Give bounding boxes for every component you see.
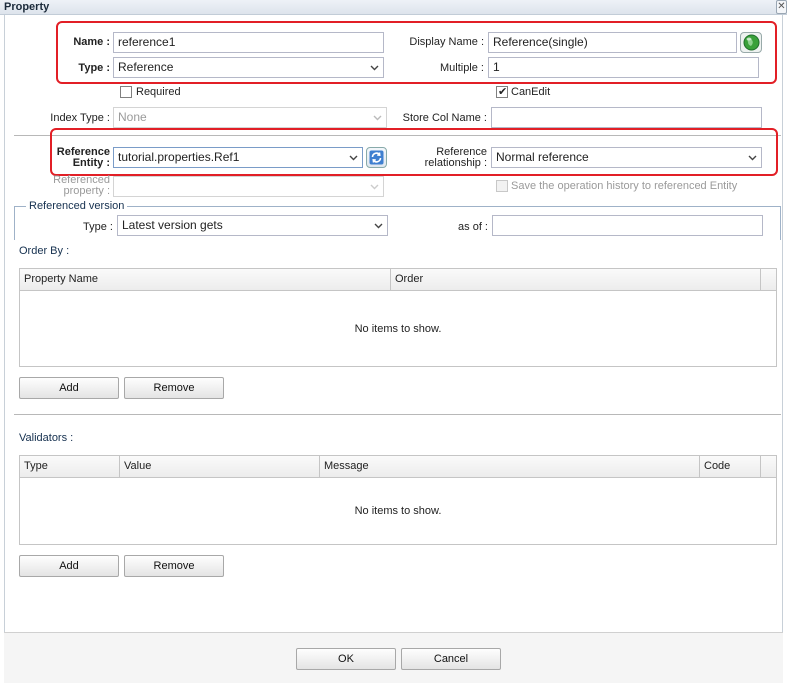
validators-grid: Type Value Message Code No items to show… — [19, 455, 777, 545]
close-button[interactable]: ✕ — [776, 0, 787, 14]
reference-relationship-label: Reference relationship : — [392, 147, 487, 169]
store-col-name-label: Store Col Name : — [402, 112, 487, 124]
reference-entity-refresh-button[interactable] — [366, 147, 387, 168]
reference-relationship-select[interactable]: Normal reference — [491, 147, 762, 168]
order-by-empty-text: No items to show. — [354, 323, 442, 335]
referenced-property-label: Referenced property : — [30, 175, 110, 197]
divider — [14, 414, 781, 415]
order-by-grid: Property Name Order No items to show. — [19, 268, 777, 367]
type-value: Reference — [118, 60, 174, 74]
order-by-remove-button[interactable]: Remove — [124, 377, 224, 399]
column-header-message[interactable]: Message — [320, 456, 700, 477]
order-by-grid-header: Property Name Order — [20, 269, 776, 291]
chevron-down-icon — [748, 153, 757, 162]
dialog-titlebar — [0, 0, 787, 15]
canedit-label: CanEdit — [511, 86, 551, 98]
referenced-property-label-line2: property : — [63, 185, 110, 197]
as-of-input[interactable] — [492, 215, 763, 236]
reference-relationship-value: Normal reference — [496, 150, 589, 164]
type-select[interactable]: Reference — [113, 57, 384, 78]
as-of-label: as of : — [458, 221, 488, 233]
required-label: Required — [136, 86, 181, 98]
column-header-property-name[interactable]: Property Name — [20, 269, 391, 290]
chevron-down-icon — [373, 113, 382, 122]
refresh-icon — [369, 150, 384, 168]
display-name-input[interactable]: Reference(single) — [488, 32, 737, 53]
column-header-order[interactable]: Order — [391, 269, 761, 290]
index-type-value: None — [118, 110, 147, 124]
index-type-select: None — [113, 107, 387, 128]
validators-grid-header: Type Value Message Code — [20, 456, 776, 478]
chevron-down-icon — [374, 221, 383, 230]
index-type-label: Index Type : — [50, 112, 110, 124]
order-by-label: Order By : — [19, 245, 70, 257]
order-by-add-button[interactable]: Add — [19, 377, 119, 399]
ok-button[interactable]: OK — [296, 648, 396, 670]
canedit-checkbox[interactable]: ✔ — [496, 86, 508, 98]
reference-entity-select[interactable]: tutorial.properties.Ref1 — [113, 147, 363, 168]
validators-label: Validators : — [19, 432, 74, 444]
reference-entity-label-line2: Entity : — [72, 157, 110, 169]
chevron-down-icon — [370, 63, 379, 72]
required-checkbox[interactable] — [120, 86, 132, 98]
validators-add-button[interactable]: Add — [19, 555, 119, 577]
reference-relationship-label-line2: relationship : — [424, 157, 487, 169]
referenced-version-legend: Referenced version — [26, 200, 128, 212]
name-label: Name : — [73, 36, 110, 48]
version-type-label: Type : — [83, 221, 113, 233]
column-header-value[interactable]: Value — [120, 456, 320, 477]
name-input[interactable]: reference1 — [113, 32, 384, 53]
store-col-name-input[interactable] — [491, 107, 762, 128]
chevron-down-icon — [370, 182, 379, 191]
validators-empty-text: No items to show. — [354, 505, 442, 517]
version-type-select[interactable]: Latest version gets — [117, 215, 388, 236]
validators-remove-button[interactable]: Remove — [124, 555, 224, 577]
chevron-down-icon — [349, 153, 358, 162]
display-name-lang-button[interactable] — [740, 32, 762, 53]
type-label: Type : — [78, 62, 110, 74]
checkmark-icon: ✔ — [498, 86, 508, 98]
dialog-title: Property — [4, 1, 50, 13]
referenced-property-select — [113, 176, 384, 197]
cancel-button[interactable]: Cancel — [401, 648, 501, 670]
column-header-type[interactable]: Type — [20, 456, 120, 477]
globe-icon — [743, 34, 760, 54]
save-history-label: Save the operation history to referenced… — [511, 180, 738, 192]
display-name-label: Display Name : — [409, 36, 484, 48]
version-type-value: Latest version gets — [122, 218, 223, 232]
column-header-code[interactable]: Code — [700, 456, 761, 477]
multiple-input[interactable]: 1 — [488, 57, 759, 78]
multiple-label: Multiple : — [439, 62, 484, 74]
close-icon: ✕ — [777, 1, 786, 12]
save-history-checkbox — [496, 180, 508, 192]
reference-entity-label: Reference Entity : — [40, 147, 110, 169]
reference-entity-value: tutorial.properties.Ref1 — [118, 150, 240, 164]
